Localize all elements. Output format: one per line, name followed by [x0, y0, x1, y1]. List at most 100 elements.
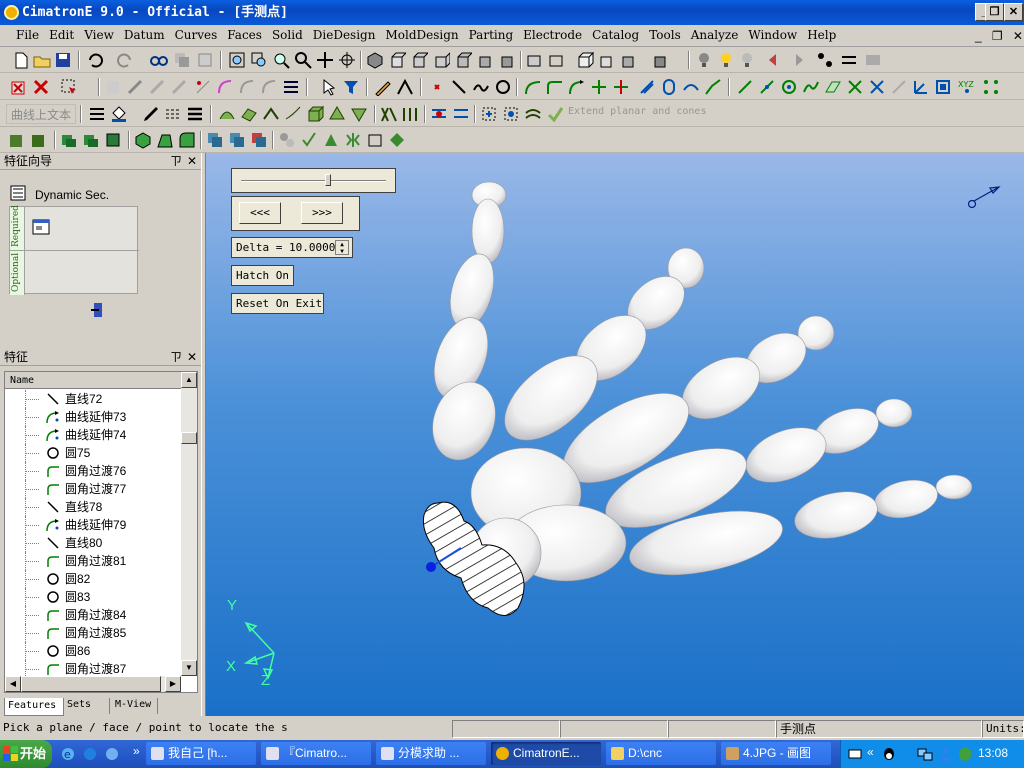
spline-icon[interactable] [472, 78, 490, 96]
fit2-icon[interactable] [502, 105, 520, 123]
xyz-icon[interactable]: XYZ [958, 78, 976, 96]
copy-objects-icon[interactable] [173, 51, 191, 69]
line-style-icon[interactable] [164, 105, 182, 123]
hatch-on-button[interactable]: Hatch On [231, 265, 294, 286]
trim-face-icon[interactable] [430, 105, 448, 123]
rotate-view-icon[interactable] [338, 51, 356, 69]
view-iso-icon[interactable] [366, 51, 384, 69]
tab-features[interactable]: Features [4, 698, 64, 716]
shield-icon[interactable] [957, 746, 973, 762]
view-front-icon[interactable] [388, 51, 406, 69]
wireframe-icon[interactable] [548, 51, 566, 69]
close-icon[interactable]: ✕ [187, 349, 197, 366]
move-feature-icon[interactable] [322, 131, 340, 149]
disabled-tool-icon[interactable] [890, 78, 908, 96]
pointer-icon[interactable] [320, 78, 338, 96]
delta-spinner[interactable]: ▲ ▼ [335, 240, 349, 255]
point-icon[interactable] [428, 78, 446, 96]
scroll-thumb[interactable] [181, 432, 197, 444]
network-icon[interactable] [917, 746, 933, 762]
section-slider-thumb[interactable] [325, 174, 331, 186]
sketch2-icon[interactable] [396, 78, 414, 96]
zoom-window-icon[interactable] [250, 51, 268, 69]
circle-target-icon[interactable] [780, 78, 798, 96]
close-icon[interactable]: ✕ [187, 153, 197, 170]
drive-icon[interactable] [262, 105, 280, 123]
restore-button[interactable]: ❐ [985, 3, 1004, 21]
extend-surface-icon[interactable] [328, 105, 346, 123]
keyboard-icon[interactable] [848, 747, 862, 761]
line-green-icon[interactable] [736, 78, 754, 96]
start-button[interactable]: 开始 [0, 740, 52, 768]
shell-icon[interactable] [134, 131, 152, 149]
hscroll-thumb[interactable] [21, 676, 161, 692]
show-hide-icon[interactable] [652, 51, 670, 69]
doc-restore-button[interactable]: ❐ [992, 29, 1003, 43]
task-button-2[interactable]: 『Cimatro... [261, 742, 371, 765]
intersect-icon[interactable] [682, 78, 700, 96]
open-folder-icon[interactable] [33, 51, 51, 69]
text-on-curve-button[interactable]: 曲线上文本 [6, 104, 76, 124]
list-icon[interactable] [282, 78, 300, 96]
axis-icon[interactable] [912, 78, 930, 96]
drape-icon[interactable] [350, 105, 368, 123]
draft-icon[interactable] [156, 131, 174, 149]
exit-icon[interactable] [91, 301, 107, 319]
lightbulb-off-icon[interactable] [695, 51, 713, 69]
arrow-right-icon[interactable] [788, 51, 806, 69]
menu-file[interactable]: File [0, 25, 44, 45]
arrow-left-icon[interactable] [766, 51, 784, 69]
section-slider-track[interactable] [241, 180, 386, 182]
render-mode-icon[interactable] [526, 51, 544, 69]
tree-hscrollbar[interactable]: ◀ ▶ [5, 676, 181, 692]
fit-icon[interactable] [480, 105, 498, 123]
tab-sets[interactable]: Sets [64, 698, 110, 714]
tray-more[interactable]: « [867, 745, 874, 759]
menu-window[interactable]: Window [743, 25, 802, 45]
blank-icon[interactable] [104, 78, 122, 96]
new-file-icon[interactable] [12, 51, 30, 69]
fillet2-icon[interactable] [546, 78, 564, 96]
prev-step-button[interactable]: <<< [239, 202, 281, 224]
undo-icon[interactable] [86, 51, 104, 69]
select-icon[interactable] [60, 78, 78, 96]
view-back-icon[interactable] [454, 51, 472, 69]
offset-face-icon[interactable] [524, 105, 542, 123]
pattern-icon[interactable] [982, 78, 1000, 96]
extend-planar-icon[interactable] [546, 105, 564, 123]
untrim-face-icon[interactable] [452, 105, 470, 123]
mirror-feature-icon[interactable] [344, 131, 362, 149]
pin-icon[interactable]: ㄗ [170, 153, 182, 170]
check-feature-icon[interactable] [300, 131, 318, 149]
offset-icon[interactable] [638, 78, 656, 96]
blank3-icon[interactable] [148, 78, 166, 96]
blend-icon[interactable] [284, 105, 302, 123]
glasses-icon[interactable] [150, 51, 168, 69]
doc-minimize-button[interactable]: _ [975, 29, 982, 43]
task-button-6[interactable]: 4.JPG - 画图 [721, 742, 831, 765]
section-step-icon[interactable] [32, 219, 50, 235]
view-left-icon[interactable] [498, 51, 516, 69]
menu-analyze[interactable]: Analyze [686, 25, 744, 45]
composite-icon[interactable] [704, 78, 722, 96]
task-button-5[interactable]: D:\cnc [606, 742, 716, 765]
user-icon[interactable] [937, 746, 953, 762]
view-top-icon[interactable] [410, 51, 428, 69]
delta-field[interactable]: Delta = 10.0000 ▲ ▼ [231, 237, 353, 258]
scroll-right-button[interactable]: ▶ [165, 676, 181, 692]
tree-scrollbar[interactable]: ▲ ▼ [181, 372, 197, 676]
boolean2-icon[interactable] [228, 131, 246, 149]
solid-tool3-icon[interactable] [60, 131, 78, 149]
point-grid-icon[interactable] [194, 78, 212, 96]
line-weight-icon[interactable] [88, 105, 106, 123]
delete-icon[interactable] [10, 78, 28, 96]
menu-datum[interactable]: Datum [119, 25, 170, 45]
menu-faces[interactable]: Faces [222, 25, 267, 45]
box-surface-icon[interactable] [306, 105, 324, 123]
close-window-button[interactable]: ✕ [1004, 3, 1023, 21]
next-step-button[interactable]: >>> [301, 202, 343, 224]
filter-icon[interactable] [816, 51, 834, 69]
save-icon[interactable] [54, 51, 72, 69]
task-button-1[interactable]: 我自己 [h... [146, 742, 256, 765]
menu-catalog[interactable]: Catalog [587, 25, 644, 45]
